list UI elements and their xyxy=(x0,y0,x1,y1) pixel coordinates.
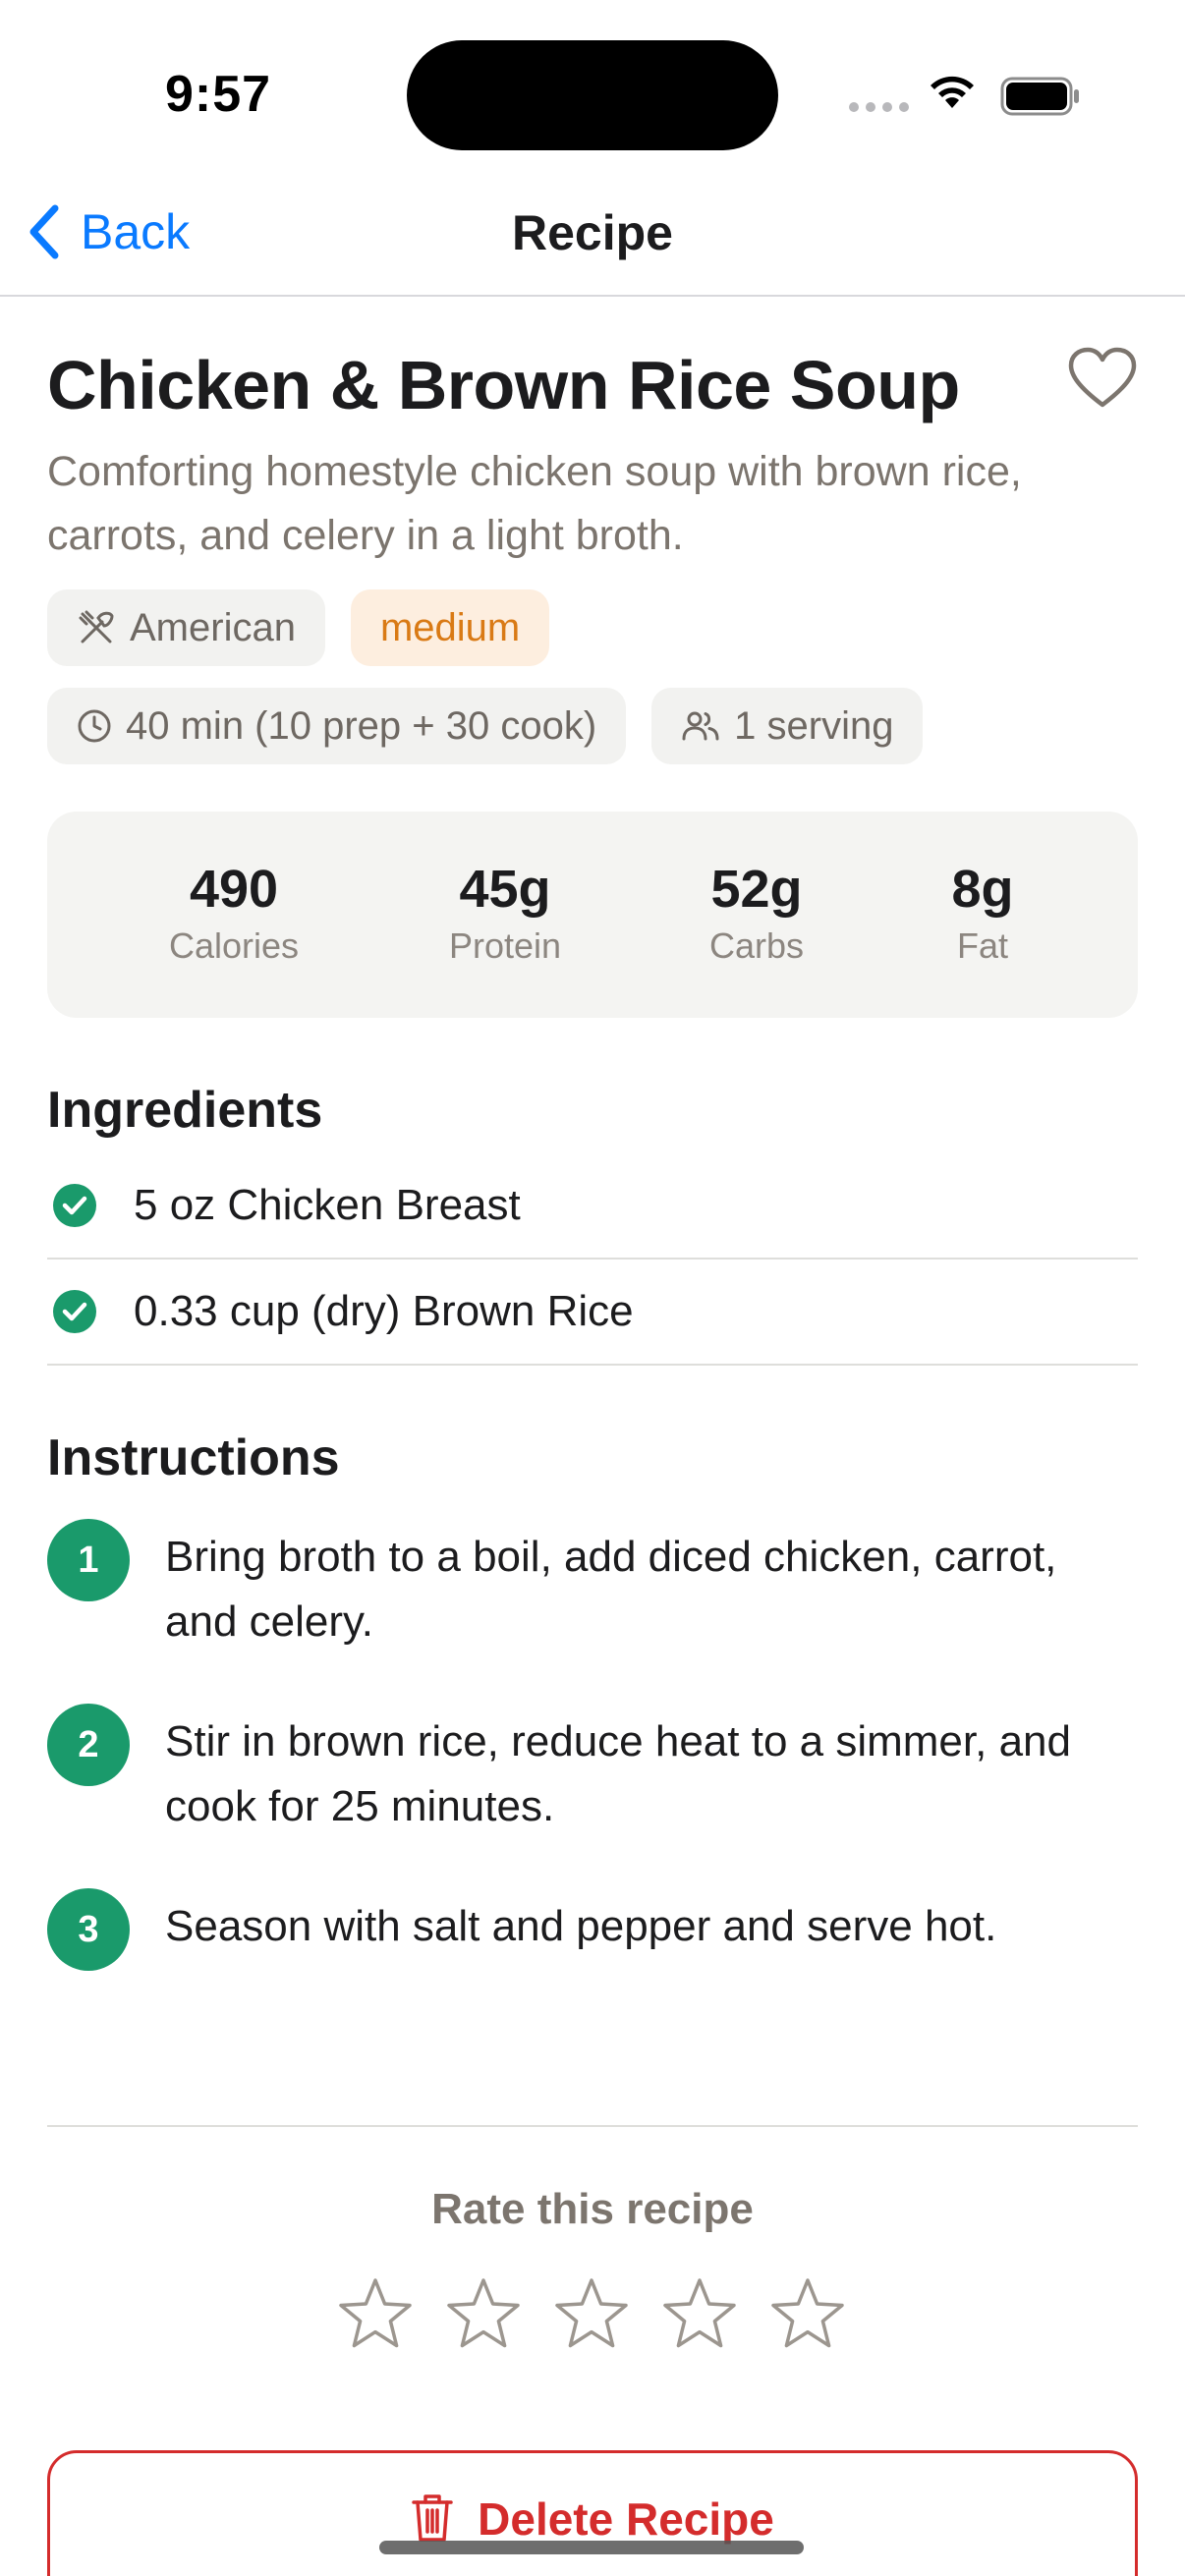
utensils-crossed-icon xyxy=(79,610,114,644)
dynamic-island xyxy=(407,40,778,150)
instructions-heading: Instructions xyxy=(47,1429,340,1486)
star-outline-icon[interactable] xyxy=(336,2275,415,2354)
status-bar: 9:57 xyxy=(0,0,1185,177)
ingredients-heading: Ingredients xyxy=(47,1082,323,1139)
nutrition-fat: 8g Fat xyxy=(875,859,1091,967)
step-number-badge: 1 xyxy=(47,1519,130,1601)
step-number-badge: 3 xyxy=(47,1888,130,1971)
check-circle-icon[interactable] xyxy=(51,1288,98,1335)
nutrition-value: 45g xyxy=(459,860,551,919)
recipe-description: Comforting homestyle chicken soup with b… xyxy=(47,448,1022,559)
ingredients-list: 5 oz Chicken Breast 0.33 cup (dry) Brown… xyxy=(47,1153,1138,1366)
instruction-step: 2 Stir in brown rice, reduce heat to a s… xyxy=(47,1704,1138,1839)
recipe-content: Chicken & Brown Rice Soup Comforting hom… xyxy=(47,297,1138,1971)
nutrition-label: Calories xyxy=(168,925,300,966)
tag-row: American medium xyxy=(47,589,1138,666)
recipe-title: Chicken & Brown Rice Soup xyxy=(47,347,960,423)
difficulty-badge: medium xyxy=(350,589,550,666)
nutrition-label: Protein xyxy=(448,925,562,966)
wifi-icon xyxy=(931,76,974,108)
difficulty-label: medium xyxy=(379,605,521,649)
delete-label: Delete Recipe xyxy=(478,2493,774,2545)
nutrition-calories: 490 Calories xyxy=(126,859,342,967)
instruction-step: 3 Season with salt and pepper and serve … xyxy=(47,1888,1138,1971)
nutrition-label: Carbs xyxy=(708,925,805,966)
clock-icon xyxy=(78,709,111,743)
servings-chip: 1 serving xyxy=(651,688,924,764)
meta-row: 40 min (10 prep + 30 cook) 1 serving xyxy=(47,688,1138,764)
trash-icon xyxy=(412,2494,453,2542)
nutrition-summary: 490 Calories 45g Protein 52g Carbs 8g Fa… xyxy=(47,812,1138,1018)
star-rating[interactable] xyxy=(336,2275,847,2354)
ingredient-text: 0.33 cup (dry) Brown Rice xyxy=(134,1287,634,1335)
star-outline-icon[interactable] xyxy=(552,2275,631,2354)
step-number-badge: 2 xyxy=(47,1704,130,1786)
delete-recipe-button[interactable]: Delete Recipe xyxy=(47,2450,1138,2576)
nav-title: Recipe xyxy=(512,205,673,260)
battery-icon xyxy=(1000,77,1079,116)
instruction-step: 1 Bring broth to a boil, add diced chick… xyxy=(47,1519,1138,1654)
users-icon xyxy=(682,711,719,741)
cuisine-chip: American xyxy=(47,589,325,666)
nutrition-label: Fat xyxy=(956,925,1008,966)
ingredient-item[interactable]: 0.33 cup (dry) Brown Rice xyxy=(47,1260,1138,1366)
ingredient-item[interactable]: 5 oz Chicken Breast xyxy=(47,1153,1138,1260)
title-row: Chicken & Brown Rice Soup xyxy=(47,297,1138,423)
nutrition-value: 8g xyxy=(951,860,1014,919)
instructions-list: 1 Bring broth to a boil, add diced chick… xyxy=(47,1519,1138,1971)
nutrition-protein: 45g Protein xyxy=(397,859,613,967)
star-outline-icon[interactable] xyxy=(660,2275,739,2354)
star-outline-icon[interactable] xyxy=(768,2275,847,2354)
home-indicator xyxy=(379,2541,804,2554)
navigation-bar: Back Recipe xyxy=(0,177,1185,297)
servings-label: 1 serving xyxy=(734,703,894,748)
nutrition-value: 52g xyxy=(710,860,803,919)
heart-outline-icon[interactable] xyxy=(1067,346,1138,411)
step-text: Bring broth to a boil, add diced chicken… xyxy=(165,1533,1057,1646)
time-chip: 40 min (10 prep + 30 cook) xyxy=(47,688,627,764)
cellular-signal-icon xyxy=(849,102,909,112)
nutrition-carbs: 52g Carbs xyxy=(649,859,865,967)
rate-heading: Rate this recipe xyxy=(431,2185,754,2233)
check-circle-icon[interactable] xyxy=(51,1182,98,1229)
status-time: 9:57 xyxy=(165,66,272,123)
time-label: 40 min (10 prep + 30 cook) xyxy=(126,703,597,748)
cuisine-label: American xyxy=(130,605,296,649)
star-outline-icon[interactable] xyxy=(444,2275,523,2354)
ingredient-text: 5 oz Chicken Breast xyxy=(134,1181,521,1229)
step-text: Season with salt and pepper and serve ho… xyxy=(165,1902,997,1950)
nutrition-value: 490 xyxy=(189,860,279,919)
step-text: Stir in brown rice, reduce heat to a sim… xyxy=(165,1717,1071,1830)
section-divider xyxy=(47,2125,1138,2127)
